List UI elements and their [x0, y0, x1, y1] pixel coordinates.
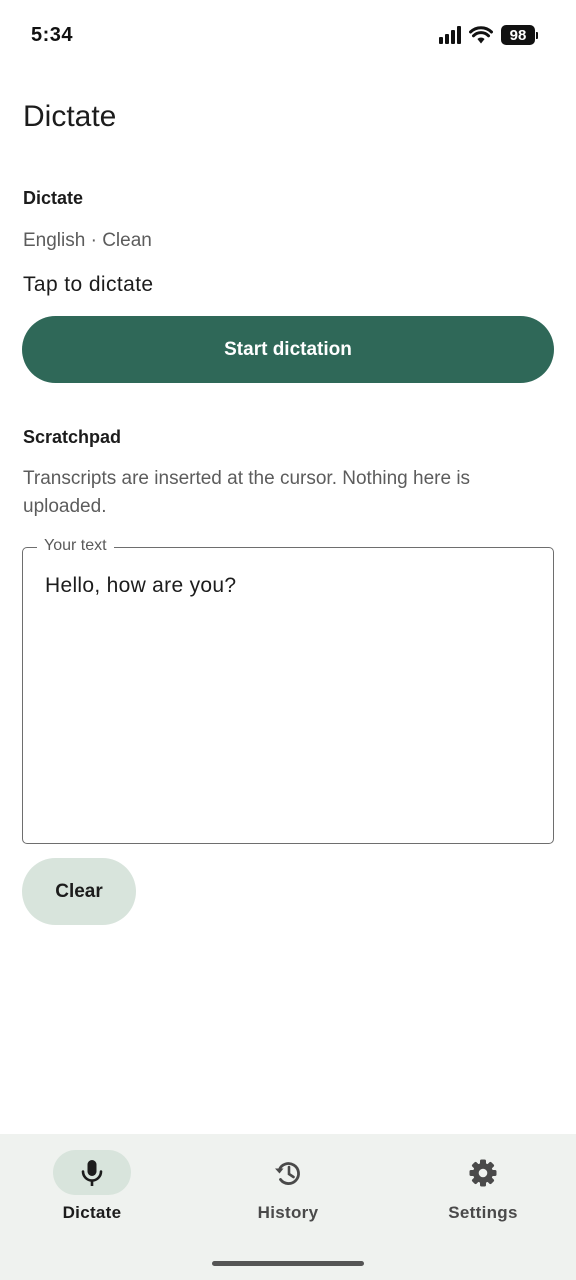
battery-level: 98	[501, 25, 535, 45]
wifi-icon	[469, 26, 493, 44]
status-bar: 5:34 98	[0, 0, 576, 72]
gear-icon	[469, 1159, 497, 1186]
history-icon	[275, 1161, 300, 1185]
scratchpad-text-field[interactable]: Your text Hello, how are you?	[22, 537, 554, 844]
microphone-icon	[81, 1159, 103, 1186]
nav-label-settings: Settings	[448, 1203, 518, 1222]
text-field-value[interactable]: Hello, how are you?	[45, 574, 236, 598]
nav-label-history: History	[257, 1203, 319, 1222]
scratchpad-section-title: Scratchpad	[23, 427, 122, 447]
dictate-prompt: Tap to dictate	[23, 273, 154, 296]
page-title: Dictate	[23, 100, 117, 133]
nav-item-history[interactable]: History	[213, 1150, 363, 1230]
scratchpad-description: Transcripts are inserted at the cursor. …	[23, 468, 471, 517]
language-mode-text: English · Clean	[23, 230, 152, 251]
app-screen: 5:34 98 Dictate Dictate English · Clean …	[0, 0, 576, 1280]
battery-icon: 98	[501, 25, 538, 45]
nav-item-dictate[interactable]: Dictate	[17, 1150, 167, 1230]
text-field-label: Your text	[37, 537, 114, 555]
status-time: 5:34	[31, 24, 74, 46]
status-icons: 98	[439, 25, 538, 45]
bottom-navigation: Dictate History Settings	[0, 1134, 576, 1280]
nav-label-dictate: Dictate	[62, 1203, 122, 1222]
dictate-section-title: Dictate	[23, 188, 84, 208]
start-dictation-button[interactable]: Start dictation	[22, 316, 554, 383]
nav-item-settings[interactable]: Settings	[408, 1150, 558, 1230]
nav-active-indicator	[53, 1150, 131, 1195]
cellular-signal-icon	[439, 26, 461, 44]
clear-button[interactable]: Clear	[22, 858, 136, 925]
home-indicator[interactable]	[212, 1261, 364, 1266]
